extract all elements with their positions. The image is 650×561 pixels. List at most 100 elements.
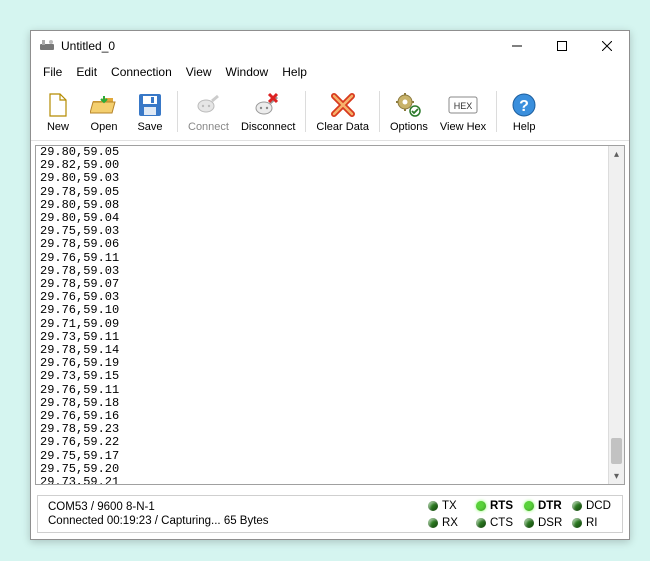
toolbar-separator [305, 91, 306, 132]
open-button[interactable]: Open [82, 87, 126, 136]
led-dtr: DTR [524, 500, 564, 512]
connect-button[interactable]: Connect [183, 87, 234, 136]
toolbar: New Open Save Connect Disconnect [31, 85, 629, 141]
titlebar[interactable]: Untitled_0 [31, 31, 629, 61]
disconnect-plug-icon [253, 90, 283, 120]
app-window: Untitled_0 File Edit Connection View Win… [30, 30, 630, 540]
terminal-line: 29.82,59.00 [40, 158, 119, 172]
terminal-line: 29.76,59.22 [40, 435, 119, 449]
clear-label: Clear Data [316, 121, 369, 133]
terminal-line: 29.76,59.11 [40, 251, 119, 265]
led-icon [428, 518, 438, 528]
help-button[interactable]: ? Help [502, 87, 546, 136]
terminal-line: 29.73,59.11 [40, 330, 119, 344]
terminal-line: 29.80,59.03 [40, 171, 119, 185]
terminal-line: 29.76,59.16 [40, 409, 119, 423]
menu-view[interactable]: View [180, 63, 218, 81]
led-icon [428, 501, 438, 511]
menu-window[interactable]: Window [220, 63, 275, 81]
maximize-button[interactable] [539, 32, 584, 60]
open-folder-icon [89, 90, 119, 120]
terminal-line: 29.76,59.10 [40, 303, 119, 317]
menu-connection[interactable]: Connection [105, 63, 178, 81]
led-cts: CTS [476, 517, 516, 529]
statusbar-wrapper: COM53 / 9600 8-N-1 Connected 00:19:23 / … [31, 489, 629, 539]
status-connection: Connected 00:19:23 / Capturing... 65 Byt… [48, 515, 418, 527]
open-label: Open [91, 121, 118, 133]
clear-button[interactable]: Clear Data [311, 87, 374, 136]
clear-x-icon [328, 90, 358, 120]
terminal-line: 29.78,59.18 [40, 396, 119, 410]
minimize-button[interactable] [494, 32, 539, 60]
close-button[interactable] [584, 32, 629, 60]
terminal-line: 29.78,59.07 [40, 277, 119, 291]
menu-edit[interactable]: Edit [70, 63, 103, 81]
disconnect-button[interactable]: Disconnect [236, 87, 300, 136]
toolbar-separator [379, 91, 380, 132]
terminal-line: 29.80,59.04 [40, 211, 119, 225]
led-icon [476, 501, 486, 511]
menu-help[interactable]: Help [276, 63, 313, 81]
app-icon [39, 38, 55, 54]
terminal-panel: 29.80,59.05 29.82,59.00 29.80,59.03 29.7… [35, 145, 625, 485]
led-ri: RI [572, 517, 612, 529]
led-dsr: DSR [524, 517, 564, 529]
new-button[interactable]: New [36, 87, 80, 136]
new-file-icon [43, 90, 73, 120]
led-rts: RTS [476, 500, 516, 512]
terminal-line: 29.80,59.05 [40, 146, 119, 159]
terminal-line: 29.73,59.15 [40, 369, 119, 383]
toolbar-separator [496, 91, 497, 132]
led-rx: RX [428, 517, 468, 529]
viewhex-button[interactable]: HEX View Hex [435, 87, 491, 136]
scrollbar-thumb[interactable] [611, 438, 622, 464]
led-icon [476, 518, 486, 528]
led-icon [572, 518, 582, 528]
led-icon [524, 518, 534, 528]
status-leds: TX RTS DTR DCD RX CTS DSR RI [428, 496, 622, 532]
help-question-icon: ? [509, 90, 539, 120]
scrollbar-track[interactable] [609, 162, 624, 468]
save-button[interactable]: Save [128, 87, 172, 136]
new-label: New [47, 121, 69, 133]
status-port: COM53 / 9600 8-N-1 [48, 501, 418, 513]
save-label: Save [137, 121, 162, 133]
window-title: Untitled_0 [61, 39, 494, 53]
statusbar: COM53 / 9600 8-N-1 Connected 00:19:23 / … [37, 495, 623, 533]
help-label: Help [513, 121, 536, 133]
terminal-line: 29.80,59.08 [40, 198, 119, 212]
terminal-line: 29.76,59.11 [40, 383, 119, 397]
hex-icon: HEX [448, 90, 478, 120]
menu-file[interactable]: File [37, 63, 68, 81]
options-gear-icon [394, 90, 424, 120]
terminal-line: 29.76,59.19 [40, 356, 119, 370]
terminal-line: 29.73,59.21 [40, 475, 119, 484]
terminal-line: 29.75,59.17 [40, 449, 119, 463]
options-button[interactable]: Options [385, 87, 433, 136]
terminal-line: 29.78,59.06 [40, 237, 119, 251]
disconnect-label: Disconnect [241, 121, 295, 133]
terminal-line: 29.78,59.03 [40, 264, 119, 278]
connect-plug-icon [193, 90, 223, 120]
terminal-line: 29.78,59.14 [40, 343, 119, 357]
led-icon [572, 501, 582, 511]
connect-label: Connect [188, 121, 229, 133]
led-icon [524, 501, 534, 511]
vertical-scrollbar[interactable]: ▴ ▾ [608, 146, 624, 484]
options-label: Options [390, 121, 428, 133]
terminal-line: 29.78,59.23 [40, 422, 119, 436]
save-floppy-icon [135, 90, 165, 120]
toolbar-separator [177, 91, 178, 132]
svg-text:HEX: HEX [454, 101, 473, 111]
terminal-line: 29.76,59.03 [40, 290, 119, 304]
status-left: COM53 / 9600 8-N-1 Connected 00:19:23 / … [38, 496, 428, 532]
svg-text:?: ? [519, 98, 529, 115]
led-tx: TX [428, 500, 468, 512]
viewhex-label: View Hex [440, 121, 486, 133]
terminal-line: 29.71,59.09 [40, 317, 119, 331]
terminal-line: 29.75,59.20 [40, 462, 119, 476]
scroll-up-icon[interactable]: ▴ [609, 146, 625, 162]
terminal-line: 29.78,59.05 [40, 185, 119, 199]
scroll-down-icon[interactable]: ▾ [609, 468, 625, 484]
terminal-output[interactable]: 29.80,59.05 29.82,59.00 29.80,59.03 29.7… [36, 146, 608, 484]
